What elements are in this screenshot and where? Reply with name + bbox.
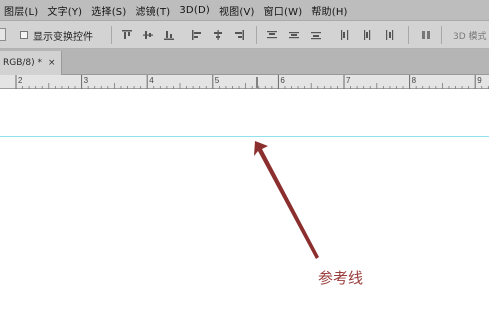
show-transform-label: 显示变换控件: [33, 31, 93, 43]
close-icon[interactable]: ×: [48, 58, 56, 68]
distribute-horizontal-centers-icon[interactable]: [361, 29, 373, 41]
distribute-left-edges-icon[interactable]: [339, 29, 351, 41]
ruler-label: 3: [84, 76, 89, 85]
ruler-label: 5: [215, 76, 220, 85]
align-left-edges-icon[interactable]: [191, 29, 203, 41]
toolbar-divider: [441, 26, 442, 44]
tool-preset-dropdown[interactable]: [0, 28, 6, 41]
align-right-edges-icon[interactable]: [233, 29, 245, 41]
ruler-label: 6: [280, 76, 285, 85]
menu-select[interactable]: 选择(S): [91, 3, 126, 18]
ruler-label: 2: [18, 76, 23, 85]
distribute-bottom-edges-icon[interactable]: [310, 29, 322, 41]
document-tab-bar: RGB/8) * ×: [0, 49, 489, 75]
align-bottom-edges-icon[interactable]: [163, 29, 175, 41]
menu-view[interactable]: 视图(V): [219, 3, 255, 18]
align-top-edges-icon[interactable]: [121, 29, 133, 41]
show-transform-checkbox[interactable]: [20, 31, 28, 39]
distribute-top-edges-icon[interactable]: [266, 29, 278, 41]
options-bar: 显示变换控件 3D 模式: [0, 21, 489, 49]
ruler-label: 8: [412, 76, 417, 85]
toolbar-divider: [408, 26, 409, 44]
toolbar-divider: [256, 26, 257, 44]
toolbar-divider: [111, 26, 112, 44]
annotation-label: 参考线: [318, 269, 364, 287]
align-horizontal-centers-icon[interactable]: [212, 29, 224, 41]
distribute-right-edges-icon[interactable]: [383, 29, 395, 41]
ruler-ticks: 2 3 4 5 6 7 8 9: [15, 75, 489, 89]
menu-filter[interactable]: 滤镜(T): [135, 3, 170, 18]
distribute-vertical-centers-icon[interactable]: [288, 29, 300, 41]
menu-help[interactable]: 帮助(H): [311, 3, 347, 18]
align-vertical-centers-icon[interactable]: [142, 29, 154, 41]
document-tab[interactable]: RGB/8) * ×: [0, 51, 62, 75]
menu-window[interactable]: 窗口(W): [264, 3, 303, 18]
annotation-arrow: [254, 141, 319, 259]
document-canvas[interactable]: 参考线: [0, 89, 489, 317]
menu-type[interactable]: 文字(Y): [47, 3, 82, 18]
menu-bar: 图层(L) 文字(Y) 选择(S) 滤镜(T) 3D(D) 视图(V) 窗口(W…: [0, 0, 489, 21]
ruler-label: 9: [477, 76, 482, 85]
menu-3d[interactable]: 3D(D): [179, 5, 210, 16]
menu-layer[interactable]: 图层(L): [4, 3, 38, 18]
ruler-label: 4: [149, 76, 154, 85]
photoshop-window: 图层(L) 文字(Y) 选择(S) 滤镜(T) 3D(D) 视图(V) 窗口(W…: [0, 0, 489, 317]
3d-mode-label[interactable]: 3D 模式: [453, 29, 487, 42]
ruler-label: 7: [346, 76, 351, 85]
document-tab-label: RGB/8) *: [3, 58, 43, 68]
auto-align-layers-icon[interactable]: [420, 29, 432, 41]
show-transform-controls[interactable]: 显示变换控件: [20, 28, 93, 43]
horizontal-ruler[interactable]: 2 3 4 5 6 7 8 9: [0, 75, 489, 89]
